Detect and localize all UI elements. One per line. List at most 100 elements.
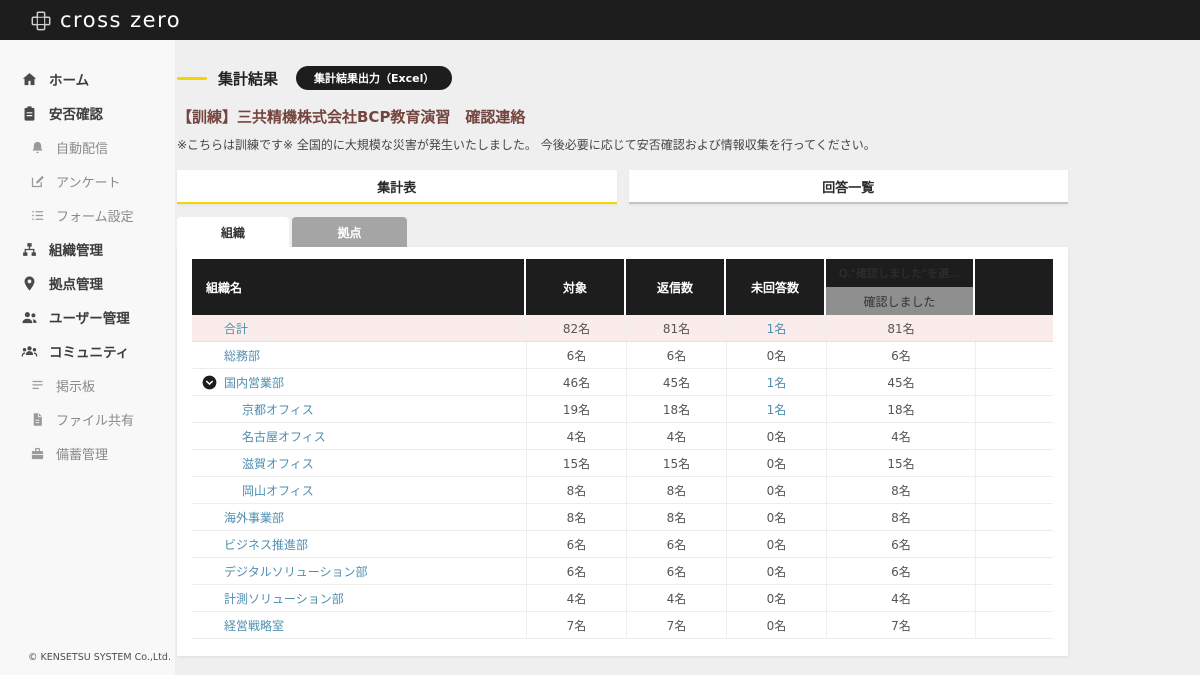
safety-check-icon: [21, 105, 38, 122]
sidebar-item-label: 安否確認: [49, 103, 103, 123]
org-name-link[interactable]: デジタルソリューション部: [224, 563, 368, 580]
unanswered-value[interactable]: 1名: [767, 374, 787, 391]
org-name-link[interactable]: 合計: [224, 320, 248, 337]
table-row: 滋賀オフィス15名15名0名15名: [192, 450, 1053, 477]
confirmed-cell: 6名: [826, 342, 975, 368]
confirmed-value: 7名: [891, 617, 911, 634]
accent-dash: [177, 77, 207, 80]
target-value: 6名: [567, 536, 587, 553]
org-name-link[interactable]: 海外事業部: [224, 509, 284, 526]
sidebar-item-4[interactable]: フォーム設定: [0, 198, 175, 232]
target-cell: 82名: [526, 315, 626, 341]
org-name-link[interactable]: 岡山オフィス: [242, 482, 314, 499]
unanswered-value: 0名: [767, 617, 787, 634]
org-name-link[interactable]: 経営戦略室: [224, 617, 284, 634]
sidebar-item-label: 組織管理: [49, 239, 103, 259]
chevron-down-circle-icon[interactable]: [202, 375, 217, 390]
sidebar-item-11[interactable]: 備蓄管理: [0, 436, 175, 470]
org-name-cell: 名古屋オフィス: [192, 423, 526, 449]
target-value: 82名: [563, 320, 590, 337]
sidebar-item-10[interactable]: ファイル共有: [0, 402, 175, 436]
sidebar-item-label: アンケート: [56, 172, 120, 191]
replies-value: 18名: [663, 401, 690, 418]
empty-cell: [975, 423, 1053, 449]
replies-value: 4名: [667, 590, 687, 607]
replies-cell: 7名: [626, 612, 726, 638]
unanswered-value[interactable]: 1名: [767, 401, 787, 418]
confirmed-cell: 18名: [826, 396, 975, 422]
subtab-organization[interactable]: 組織: [177, 217, 289, 247]
app-logo[interactable]: cross zero: [30, 8, 181, 32]
sidebar-item-0[interactable]: ホーム: [0, 62, 175, 96]
empty-cell: [975, 396, 1053, 422]
sidebar-item-9[interactable]: 掲示板: [0, 368, 175, 402]
replies-cell: 81名: [626, 315, 726, 341]
org-name-link[interactable]: 京都オフィス: [242, 401, 314, 418]
table-row: 名古屋オフィス4名4名0名4名: [192, 423, 1053, 450]
sidebar-item-6[interactable]: 拠点管理: [0, 266, 175, 300]
target-value: 4名: [567, 428, 587, 445]
org-name-cell: 計測ソリューション部: [192, 585, 526, 611]
form-list-icon: [30, 208, 45, 223]
empty-cell: [975, 450, 1053, 476]
org-name-cell: 合計: [192, 315, 526, 341]
tab-answer-list[interactable]: 回答一覧: [629, 170, 1069, 204]
tab-summary-table[interactable]: 集計表: [177, 170, 617, 204]
drill-title: 【訓練】三共精機株式会社BCP教育演習 確認連絡: [177, 106, 1200, 127]
replies-cell: 6名: [626, 558, 726, 584]
org-name-cell: 海外事業部: [192, 504, 526, 530]
org-name-cell: デジタルソリューション部: [192, 558, 526, 584]
column-header-empty: [975, 259, 1053, 315]
target-cell: 8名: [526, 477, 626, 503]
org-name-link[interactable]: 滋賀オフィス: [242, 455, 314, 472]
replies-cell: 15名: [626, 450, 726, 476]
confirmed-value: 8名: [891, 482, 911, 499]
board-lines-icon: [30, 378, 45, 393]
sidebar-item-8[interactable]: コミュニティ: [0, 334, 175, 368]
sidebar-item-label: 掲示板: [56, 376, 95, 395]
org-name-link[interactable]: 計測ソリューション部: [224, 590, 344, 607]
sidebar-item-2[interactable]: 自動配信: [0, 130, 175, 164]
confirmed-cell: 7名: [826, 612, 975, 638]
confirmed-value: 4名: [891, 590, 911, 607]
confirmed-value: 18名: [887, 401, 914, 418]
org-name-cell: 総務部: [192, 342, 526, 368]
table-row: 経営戦略室7名7名0名7名: [192, 612, 1053, 639]
org-name-cell: 京都オフィス: [192, 396, 526, 422]
subtab-site[interactable]: 拠点: [292, 217, 407, 247]
replies-value: 6名: [667, 347, 687, 364]
sidebar-item-label: 備蓄管理: [56, 444, 108, 463]
sidebar-item-label: 拠点管理: [49, 273, 103, 293]
target-cell: 6名: [526, 558, 626, 584]
replies-cell: 4名: [626, 585, 726, 611]
replies-cell: 8名: [626, 504, 726, 530]
group-subtabs: 組織 拠点: [177, 217, 1200, 247]
summary-panel: 組織名 対象 返信数 未回答数 Q."確認しました"を選… 確認しました 合計8…: [177, 247, 1068, 656]
replies-cell: 18名: [626, 396, 726, 422]
sidebar-item-1[interactable]: 安否確認: [0, 96, 175, 130]
replies-value: 6名: [667, 536, 687, 553]
replies-value: 81名: [663, 320, 690, 337]
target-value: 19名: [563, 401, 590, 418]
table-row: 海外事業部8名8名0名8名: [192, 504, 1053, 531]
unanswered-cell: 1名: [726, 369, 826, 395]
org-name-link[interactable]: 総務部: [224, 347, 260, 364]
confirmed-cell: 4名: [826, 423, 975, 449]
export-excel-button[interactable]: 集計結果出力（Excel）: [296, 66, 452, 90]
org-name-cell: 国内営業部: [192, 369, 526, 395]
unanswered-value[interactable]: 1名: [767, 320, 787, 337]
org-name-link[interactable]: 国内営業部: [224, 374, 284, 391]
sidebar-item-3[interactable]: アンケート: [0, 164, 175, 198]
sidebar-item-7[interactable]: ユーザー管理: [0, 300, 175, 334]
topbar: cross zero: [0, 0, 1200, 40]
sidebar-item-5[interactable]: 組織管理: [0, 232, 175, 266]
org-name-link[interactable]: 名古屋オフィス: [242, 428, 326, 445]
unanswered-value: 0名: [767, 509, 787, 526]
confirmed-value: 4名: [891, 428, 911, 445]
logo-text: cross zero: [60, 8, 181, 32]
org-name-link[interactable]: ビジネス推進部: [224, 536, 308, 553]
target-cell: 6名: [526, 531, 626, 557]
target-cell: 4名: [526, 585, 626, 611]
unanswered-value: 0名: [767, 428, 787, 445]
confirmed-cell: 15名: [826, 450, 975, 476]
